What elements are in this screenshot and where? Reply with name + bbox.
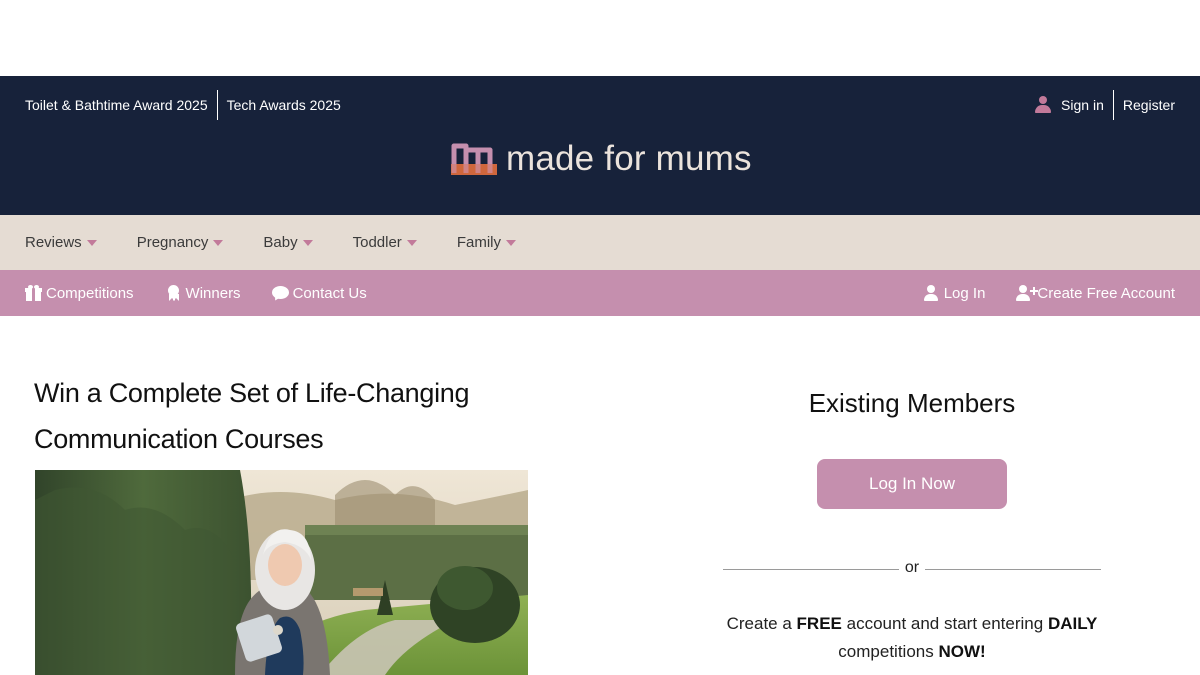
winners-link[interactable]: Winners: [165, 285, 241, 302]
nav-item-label: Toddler: [352, 234, 402, 251]
nav-item-family[interactable]: Family: [457, 234, 516, 251]
nav-item-baby[interactable]: Baby: [263, 234, 313, 251]
cta-free-emphasis: FREE: [796, 614, 842, 633]
award-link-toilet-bathtime[interactable]: Toilet & Bathtime Award 2025: [25, 90, 208, 120]
nav-item-toddler[interactable]: Toddler: [353, 234, 417, 251]
logo-wordmark: made for mums: [506, 138, 752, 178]
user-plus-icon: [1016, 285, 1039, 301]
nav-item-reviews[interactable]: Reviews: [25, 234, 97, 251]
register-link[interactable]: Register: [1123, 90, 1175, 120]
nav-item-label: Baby: [263, 234, 298, 251]
article-title: Win a Complete Set of Life-Changing Comm…: [34, 378, 470, 454]
caret-down-icon: [86, 239, 97, 246]
caret-down-icon: [505, 239, 516, 246]
site-logo[interactable]: made for mums: [450, 140, 752, 176]
caret-down-icon: [213, 239, 224, 246]
log-in-now-button[interactable]: Log In Now: [817, 459, 1007, 509]
award-link-tech[interactable]: Tech Awards 2025: [227, 90, 341, 120]
main-content: Win a Complete Set of Life-Changing Comm…: [0, 316, 1200, 675]
nav-item-label: Pregnancy: [136, 234, 209, 251]
create-account-link[interactable]: Create Free Account: [1016, 285, 1175, 302]
log-in-link[interactable]: Log In: [923, 284, 986, 302]
competitions-link[interactable]: Competitions: [25, 285, 134, 302]
top-whitespace: [0, 0, 1200, 76]
contact-us-link[interactable]: Contact Us: [271, 284, 367, 302]
sign-in-link[interactable]: Sign in: [1061, 90, 1104, 120]
winners-label: Winners: [185, 284, 241, 302]
competitions-subnav: Competitions Winners Contact Us Log In C…: [0, 270, 1200, 316]
utility-links: Toilet & Bathtime Award 2025 Tech Awards…: [25, 90, 341, 120]
existing-members-panel: Existing Members Log In Now or Create a …: [700, 388, 1124, 666]
site-header: Toilet & Bathtime Award 2025 Tech Awards…: [0, 76, 1200, 215]
account-links: Sign in Register: [1035, 90, 1175, 120]
divider: [1112, 90, 1114, 120]
create-account-label: Create Free Account: [1037, 284, 1175, 302]
or-label: or: [904, 559, 920, 576]
contact-us-label: Contact Us: [292, 284, 367, 302]
log-in-label: Log In: [943, 284, 986, 302]
user-icon: [1035, 96, 1052, 114]
cta-daily-emphasis: DAILY: [1047, 614, 1098, 633]
nav-item-label: Family: [456, 234, 501, 251]
nav-item-pregnancy[interactable]: Pregnancy: [137, 234, 224, 251]
nav-item-label: Reviews: [25, 234, 82, 251]
user-icon: [923, 285, 940, 301]
or-divider: or: [723, 559, 1101, 577]
competition-photo: [35, 470, 528, 675]
cta-text-3: competitions: [838, 642, 934, 661]
competitions-label: Competitions: [46, 284, 134, 302]
members-heading: Existing Members: [808, 388, 1016, 418]
cta-now-emphasis: NOW!: [938, 642, 986, 661]
award-ribbon-icon: [165, 285, 182, 301]
gift-icon: [25, 285, 42, 301]
create-account-prompt: Create a FREE account and start entering…: [700, 610, 1124, 666]
chat-bubble-icon: [271, 285, 289, 302]
caret-down-icon: [406, 239, 417, 246]
cta-text-2: account and start entering: [846, 614, 1044, 633]
cta-text-1: Create a: [726, 614, 792, 633]
divider: [216, 90, 218, 120]
caret-down-icon: [302, 239, 313, 246]
logo-mark-icon: [451, 143, 497, 175]
main-navigation: Reviews Pregnancy Baby Toddler Family: [0, 215, 1200, 270]
photo-illustration: [35, 470, 528, 675]
